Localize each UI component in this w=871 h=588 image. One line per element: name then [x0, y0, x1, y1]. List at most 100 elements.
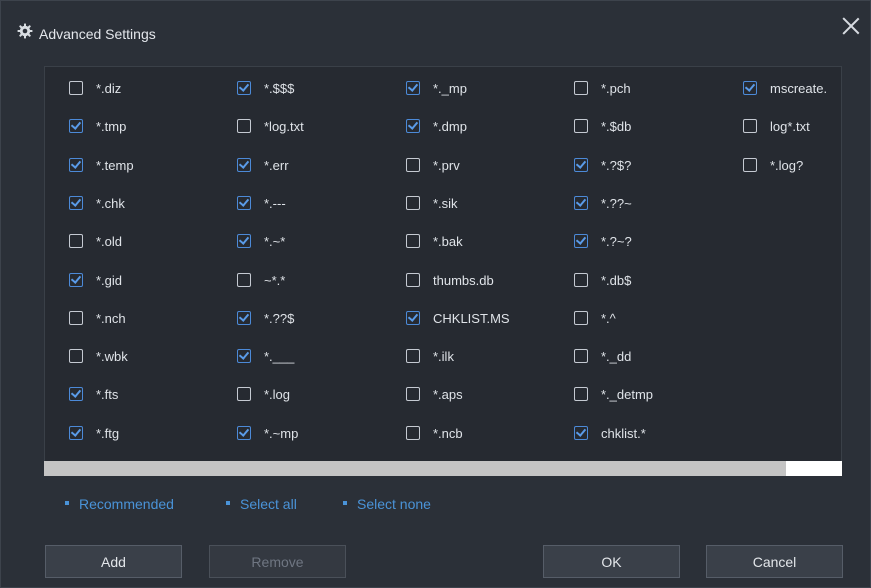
pattern-checkbox-item[interactable]: chklist.* — [574, 423, 646, 443]
pattern-checkbox-item[interactable]: *.prv — [406, 155, 460, 175]
pattern-checkbox-item[interactable]: *.sik — [406, 193, 458, 213]
select-all-link[interactable]: Select all — [226, 496, 297, 512]
scrollbar-thumb[interactable] — [44, 461, 787, 476]
pattern-checkbox-item[interactable]: *.??~ — [574, 193, 632, 213]
checkbox-unchecked[interactable] — [237, 387, 251, 401]
pattern-checkbox-item[interactable]: *.temp — [69, 155, 134, 175]
checkbox-unchecked[interactable] — [743, 119, 757, 133]
checkbox-unchecked[interactable] — [406, 196, 420, 210]
pattern-checkbox-item[interactable]: *.ncb — [406, 423, 463, 443]
pattern-checkbox-item[interactable]: *.ilk — [406, 346, 454, 366]
checkbox-checked[interactable] — [237, 158, 251, 172]
checkbox-checked[interactable] — [69, 273, 83, 287]
checkbox-unchecked[interactable] — [406, 349, 420, 363]
pattern-checkbox-item[interactable]: *.--- — [237, 193, 286, 213]
file-pattern-list: *.diz *.tmp *.temp *.chk *.old *.gid *.nch *.wb… — [44, 66, 842, 476]
remove-button[interactable]: Remove — [209, 545, 346, 578]
pattern-checkbox-item[interactable]: *._detmp — [574, 384, 653, 404]
checkbox-checked[interactable] — [406, 119, 420, 133]
checkbox-checked[interactable] — [406, 81, 420, 95]
pattern-checkbox-item[interactable]: *._mp — [406, 78, 467, 98]
checkbox-checked[interactable] — [237, 81, 251, 95]
checkbox-checked[interactable] — [574, 234, 588, 248]
recommended-link[interactable]: Recommended — [65, 496, 174, 512]
checkbox-checked[interactable] — [237, 196, 251, 210]
checkbox-unchecked[interactable] — [69, 81, 83, 95]
close-icon[interactable] — [838, 13, 864, 39]
checkbox-unchecked[interactable] — [574, 81, 588, 95]
checkbox-checked[interactable] — [69, 196, 83, 210]
pattern-checkbox-item[interactable]: *.chk — [69, 193, 125, 213]
horizontal-scrollbar[interactable] — [44, 461, 842, 476]
pattern-checkbox-item[interactable]: *.ftg — [69, 423, 119, 443]
pattern-checkbox-item[interactable]: log*.txt — [743, 116, 810, 136]
pattern-checkbox-item[interactable]: *.~* — [237, 231, 285, 251]
checkbox-checked[interactable] — [237, 311, 251, 325]
checkbox-unchecked[interactable] — [574, 349, 588, 363]
checkbox-unchecked[interactable] — [574, 311, 588, 325]
checkbox-checked[interactable] — [69, 158, 83, 172]
checkbox-unchecked[interactable] — [574, 387, 588, 401]
pattern-checkbox-item[interactable]: *.log? — [743, 155, 803, 175]
pattern-checkbox-item[interactable]: *._dd — [574, 346, 631, 366]
checkbox-unchecked[interactable] — [574, 119, 588, 133]
checkbox-checked[interactable] — [574, 426, 588, 440]
checkbox-unchecked[interactable] — [406, 234, 420, 248]
pattern-checkbox-item[interactable]: *.err — [237, 155, 289, 175]
pattern-checkbox-item[interactable]: *.??$ — [237, 308, 294, 328]
pattern-checkbox-item[interactable]: *.^ — [574, 308, 616, 328]
pattern-checkbox-item[interactable]: *.aps — [406, 384, 463, 404]
checkbox-unchecked[interactable] — [69, 234, 83, 248]
pattern-checkbox-item[interactable]: *.~mp — [237, 423, 298, 443]
add-button[interactable]: Add — [45, 545, 182, 578]
checkbox-unchecked[interactable] — [237, 119, 251, 133]
checkbox-checked[interactable] — [237, 426, 251, 440]
pattern-label: *.$$$ — [264, 80, 295, 96]
checkbox-unchecked[interactable] — [69, 349, 83, 363]
pattern-checkbox-item[interactable]: *.log — [237, 384, 290, 404]
pattern-checkbox-item[interactable]: thumbs.db — [406, 270, 494, 290]
pattern-checkbox-item[interactable]: *.tmp — [69, 116, 126, 136]
pattern-checkbox-item[interactable]: *.dmp — [406, 116, 467, 136]
pattern-checkbox-item[interactable]: *.old — [69, 231, 122, 251]
pattern-checkbox-item[interactable]: *.gid — [69, 270, 122, 290]
checkbox-checked[interactable] — [237, 349, 251, 363]
pattern-checkbox-item[interactable]: *.$$$ — [237, 78, 294, 98]
pattern-checkbox-item[interactable]: mscreate. — [743, 78, 827, 98]
pattern-checkbox-item[interactable]: *.$db — [574, 116, 631, 136]
pattern-checkbox-item[interactable]: CHKLIST.MS — [406, 308, 510, 328]
pattern-checkbox-item[interactable]: *.bak — [406, 231, 463, 251]
checkbox-checked[interactable] — [574, 158, 588, 172]
checkbox-checked[interactable] — [406, 311, 420, 325]
pattern-checkbox-item[interactable]: *.nch — [69, 308, 126, 328]
checkbox-checked[interactable] — [69, 387, 83, 401]
pattern-checkbox-item[interactable]: *.fts — [69, 384, 118, 404]
checkbox-unchecked[interactable] — [406, 158, 420, 172]
checkbox-unchecked[interactable] — [574, 273, 588, 287]
pattern-checkbox-item[interactable]: ~*.* — [237, 270, 285, 290]
pattern-label: *.?~? — [601, 233, 632, 249]
pattern-label: *.pch — [601, 80, 631, 96]
pattern-checkbox-item[interactable]: *.?~? — [574, 231, 632, 251]
ok-button[interactable]: OK — [543, 545, 680, 578]
pattern-checkbox-item[interactable]: *log.txt — [237, 116, 304, 136]
checkbox-unchecked[interactable] — [406, 387, 420, 401]
checkbox-unchecked[interactable] — [406, 273, 420, 287]
pattern-checkbox-item[interactable]: *.diz — [69, 78, 121, 98]
checkbox-unchecked[interactable] — [743, 158, 757, 172]
checkbox-checked[interactable] — [237, 234, 251, 248]
checkbox-checked[interactable] — [69, 426, 83, 440]
pattern-checkbox-item[interactable]: *.wbk — [69, 346, 128, 366]
checkbox-checked[interactable] — [69, 119, 83, 133]
checkbox-unchecked[interactable] — [237, 273, 251, 287]
checkbox-checked[interactable] — [574, 196, 588, 210]
pattern-checkbox-item[interactable]: *.db$ — [574, 270, 631, 290]
cancel-button[interactable]: Cancel — [706, 545, 843, 578]
checkbox-checked[interactable] — [743, 81, 757, 95]
pattern-checkbox-item[interactable]: *.?$? — [574, 155, 631, 175]
pattern-checkbox-item[interactable]: *.pch — [574, 78, 631, 98]
select-none-link[interactable]: Select none — [343, 496, 431, 512]
pattern-checkbox-item[interactable]: *.___ — [237, 346, 294, 366]
checkbox-unchecked[interactable] — [406, 426, 420, 440]
checkbox-unchecked[interactable] — [69, 311, 83, 325]
